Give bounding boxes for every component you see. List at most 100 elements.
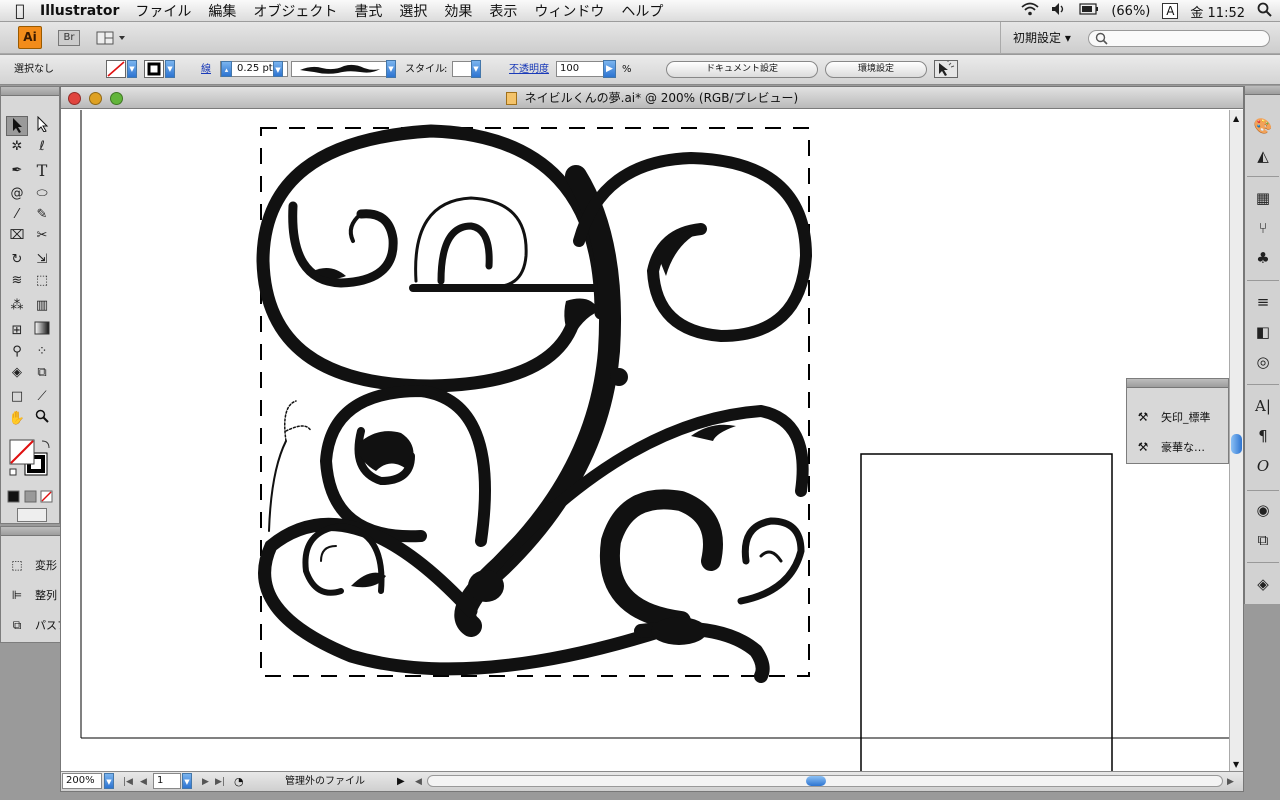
artboard-tool-icon[interactable]: □ <box>6 387 28 407</box>
status-menu-arrow-icon[interactable]: ▶ <box>397 773 405 791</box>
color-panel-icon[interactable]: 🎨 <box>1252 116 1274 136</box>
tools-panel-header[interactable] <box>1 87 59 96</box>
free-transform-tool-icon[interactable]: ⬚ <box>31 271 53 291</box>
stroke-swatch[interactable] <box>144 60 164 78</box>
graphic-styles-panel-icon[interactable]: ⧉ <box>1252 530 1274 550</box>
minimize-window-button[interactable] <box>89 92 102 105</box>
menu-file[interactable]: ファイル <box>135 1 191 21</box>
clock[interactable]: 金 11:52 <box>1190 2 1245 21</box>
stroke-panel-icon[interactable]: ≡ <box>1252 292 1274 312</box>
scale-tool-icon[interactable]: ⇲ <box>31 250 53 270</box>
workspace-switcher[interactable]: 初期設定 ▾ <box>1000 22 1071 54</box>
menu-window[interactable]: ウィンドウ <box>534 1 604 21</box>
input-method-icon[interactable]: A <box>1162 3 1179 19</box>
mesh-tool-icon[interactable]: ⊞ <box>6 321 28 341</box>
zoom-tool-icon[interactable] <box>31 409 53 429</box>
stroke-weight-dropdown[interactable]: ▼ <box>273 61 283 77</box>
zoom-dropdown[interactable]: ▼ <box>104 773 114 789</box>
opentype-panel-icon[interactable]: O <box>1252 456 1274 476</box>
transparency-panel-icon[interactable]: ◎ <box>1252 352 1274 372</box>
stroke-label[interactable]: 線 <box>201 61 211 79</box>
fill-swatch[interactable] <box>106 60 126 78</box>
panel-item-arrows-standard[interactable]: ⚒ 矢印_標準 <box>1135 405 1211 429</box>
ellipse-tool-icon[interactable]: ⬭ <box>31 184 53 204</box>
close-window-button[interactable] <box>68 92 81 105</box>
first-artboard-button[interactable]: |◀ <box>123 773 133 791</box>
blob-brush-tool-icon[interactable]: ⌧ <box>6 226 28 246</box>
vertical-scroll-thumb[interactable] <box>1231 434 1242 454</box>
brushes-panel-icon[interactable]: ⑂ <box>1252 218 1274 238</box>
spotlight-icon[interactable] <box>1257 2 1272 21</box>
gradient-tool-icon[interactable] <box>31 321 53 341</box>
wifi-icon[interactable] <box>1021 2 1039 20</box>
last-artboard-button[interactable]: ▶| <box>215 773 225 791</box>
scroll-left-arrow-icon[interactable]: ◀ <box>415 773 422 791</box>
layers-panel-icon[interactable]: ◈ <box>1252 574 1274 594</box>
column-graph-tool-icon[interactable]: ▥ <box>31 296 53 316</box>
battery-icon[interactable] <box>1079 3 1099 19</box>
next-artboard-button[interactable]: ▶ <box>202 773 209 791</box>
eyedropper-tool-icon[interactable]: ⚲ <box>6 342 28 362</box>
hand-tool-icon[interactable]: ✋ <box>6 409 28 429</box>
lasso-tool-icon[interactable]: ℓ <box>31 137 53 157</box>
live-paint-bucket-tool-icon[interactable]: ◈ <box>6 363 28 383</box>
scroll-right-arrow-icon[interactable]: ▶ <box>1227 773 1234 791</box>
blend-tool-icon[interactable]: ⁘ <box>31 342 53 362</box>
paintbrush-tool-icon[interactable]: ⁄ <box>6 205 28 225</box>
magic-wand-tool-icon[interactable]: ✲ <box>6 137 28 157</box>
artboard-number-field[interactable]: 1 <box>153 773 181 789</box>
menu-view[interactable]: 表示 <box>489 1 517 21</box>
apple-menu-icon[interactable]:  <box>0 1 40 20</box>
app-menu[interactable]: Illustrator <box>40 3 119 19</box>
menu-type[interactable]: 書式 <box>354 1 382 21</box>
rotate-tool-icon[interactable]: ↻ <box>6 250 28 270</box>
zoom-window-button[interactable] <box>110 92 123 105</box>
menu-edit[interactable]: 編集 <box>208 1 236 21</box>
select-similar-button[interactable] <box>934 60 958 78</box>
graphic-style-swatch[interactable] <box>452 61 472 77</box>
fill-stroke-swatches[interactable] <box>9 439 53 479</box>
version-cue-icon[interactable]: ◔ <box>234 773 244 791</box>
opacity-dropdown[interactable]: ▶ <box>603 60 616 78</box>
panel-item-transform[interactable]: ⬚ 変形 <box>9 553 57 577</box>
warp-tool-icon[interactable]: ≋ <box>6 271 28 291</box>
graphic-style-dropdown[interactable]: ▼ <box>471 60 481 78</box>
brush-dropdown[interactable]: ▼ <box>386 60 396 78</box>
fill-dropdown[interactable]: ▼ <box>127 60 137 78</box>
pen-tool-icon[interactable]: ✒ <box>6 161 28 181</box>
brush-definition[interactable] <box>291 61 387 77</box>
scroll-down-arrow-icon[interactable]: ▼ <box>1233 760 1239 769</box>
panel-item-align[interactable]: ⊫ 整列 <box>9 583 57 607</box>
swatches-panel-icon[interactable]: ▦ <box>1252 188 1274 208</box>
selection-tool-icon[interactable] <box>6 116 28 136</box>
opacity-field[interactable]: 100 <box>556 61 604 77</box>
zoom-level-field[interactable]: 200% <box>62 773 102 789</box>
menu-object[interactable]: オブジェクト <box>253 1 337 21</box>
gradient-panel-icon[interactable]: ◧ <box>1252 322 1274 342</box>
bridge-button[interactable]: Br <box>58 30 80 46</box>
volume-icon[interactable] <box>1051 2 1067 20</box>
document-title-bar[interactable]: ネイビルくんの夢.ai* @ 200% (RGB/プレビュー) <box>61 87 1243 109</box>
character-panel-icon[interactable]: A| <box>1252 396 1274 416</box>
symbols-panel-icon[interactable]: ♣ <box>1252 248 1274 268</box>
spiral-tool-icon[interactable]: @ <box>6 184 28 204</box>
scroll-up-arrow-icon[interactable]: ▲ <box>1233 114 1239 123</box>
panel-header[interactable] <box>1127 379 1228 388</box>
opacity-label[interactable]: 不透明度 <box>509 61 549 79</box>
menu-help[interactable]: ヘルプ <box>621 1 663 21</box>
scissors-tool-icon[interactable]: ✂ <box>31 226 53 246</box>
horizontal-scrollbar[interactable] <box>427 775 1223 787</box>
menu-select[interactable]: 選択 <box>399 1 427 21</box>
symbol-sprayer-tool-icon[interactable]: ⁂ <box>6 296 28 316</box>
pencil-tool-icon[interactable]: ✎ <box>31 205 53 225</box>
menu-effect[interactable]: 効果 <box>444 1 472 21</box>
arrange-documents-button[interactable] <box>96 30 128 46</box>
appearance-panel-icon[interactable]: ◉ <box>1252 500 1274 520</box>
stroke-dropdown[interactable]: ▼ <box>165 60 175 78</box>
artwork-canvas[interactable] <box>61 110 1231 773</box>
dock-header[interactable] <box>1245 86 1280 95</box>
preferences-button[interactable]: 環境設定 <box>825 61 927 78</box>
type-tool-icon[interactable]: T <box>31 161 53 181</box>
document-setup-button[interactable]: ドキュメント設定 <box>666 61 818 78</box>
horizontal-scroll-thumb[interactable] <box>806 776 826 786</box>
